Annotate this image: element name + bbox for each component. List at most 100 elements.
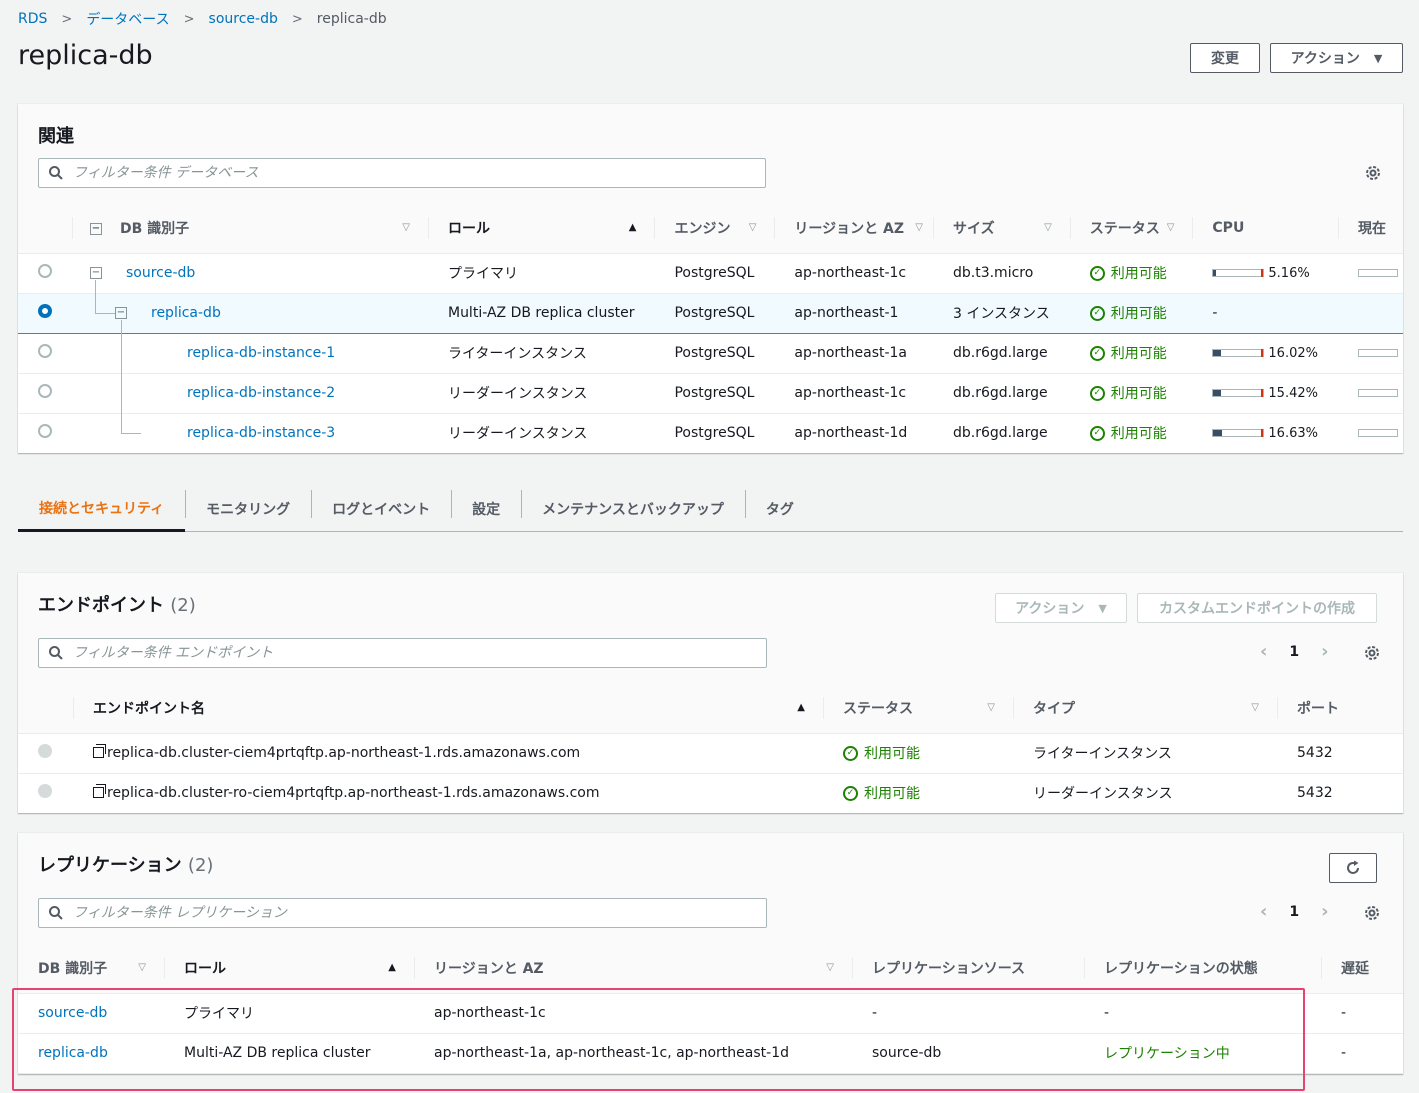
col-db-id[interactable]: − DB 識別子 ▽ <box>72 203 428 254</box>
radio-button[interactable] <box>38 384 52 398</box>
row-select[interactable] <box>18 373 72 414</box>
related-search-input[interactable] <box>73 165 718 181</box>
col-db-id[interactable]: DB 識別子 ▽ <box>18 943 164 994</box>
modify-button-label: 変更 <box>1211 51 1239 67</box>
replication-search[interactable] <box>38 898 767 928</box>
col-lag-label: 遅延 <box>1341 960 1369 977</box>
col-status[interactable]: ステータス ▽ <box>823 683 1013 734</box>
tab-monitoring[interactable]: モニタリング <box>185 486 311 532</box>
sort-down-icon: ▽ <box>1251 702 1259 713</box>
row-select[interactable] <box>18 253 72 294</box>
col-status[interactable]: ステータス ▽ <box>1069 203 1193 254</box>
col-region-label: リージョンと AZ <box>434 960 544 977</box>
col-current[interactable]: 現在 <box>1337 203 1403 254</box>
collapse-all-icon[interactable]: − <box>90 222 102 235</box>
current-bar <box>1357 349 1398 357</box>
tab-maintenance[interactable]: メンテナンスとバックアップ <box>521 486 745 532</box>
row-select[interactable] <box>18 773 73 813</box>
copy-icon[interactable] <box>93 784 106 798</box>
endpoints-count: (2) <box>170 595 196 616</box>
table-row-selected[interactable]: − replica-db Multi-AZ DB replica cluster… <box>18 279 1403 334</box>
table-row[interactable]: source-db プライマリ ap-northeast-1c - - - <box>18 993 1403 1034</box>
radio-button-checked[interactable] <box>38 304 52 318</box>
col-region[interactable]: リージョンと AZ ▽ <box>774 203 933 254</box>
related-panel: 関連 − DB 識別子 ▽ ロール ▲ エンジン ▽ リージョンと AZ ▽ サイズ ▽ ス… <box>18 104 1403 453</box>
tab-logs-events[interactable]: ログとイベント <box>311 486 451 532</box>
db-link[interactable]: replica-db <box>38 1045 108 1061</box>
col-endpoint-name[interactable]: エンドポイント名 ▲ <box>73 683 823 734</box>
region-cell: ap-northeast-1a <box>774 333 933 374</box>
actions-button[interactable]: アクション ▼ <box>1270 43 1403 73</box>
row-select[interactable] <box>18 733 73 774</box>
endpoints-search[interactable] <box>38 638 767 668</box>
tab-tags[interactable]: タグ <box>744 486 815 532</box>
db-link[interactable]: replica-db-instance-3 <box>187 425 335 441</box>
db-link[interactable]: source-db <box>126 265 195 281</box>
page-number[interactable]: 1 <box>1289 904 1299 920</box>
table-row[interactable]: replica-db Multi-AZ DB replica cluster a… <box>18 1033 1403 1074</box>
page-number[interactable]: 1 <box>1289 644 1299 660</box>
gear-icon[interactable] <box>1363 644 1381 662</box>
collapse-icon[interactable]: − <box>90 266 102 279</box>
prev-page-icon[interactable]: ‹ <box>1260 641 1267 662</box>
col-type[interactable]: タイプ ▽ <box>1013 683 1277 734</box>
gear-icon[interactable] <box>1364 164 1382 182</box>
gear-icon[interactable] <box>1363 904 1381 922</box>
col-role[interactable]: ロール ▲ <box>164 943 414 994</box>
refresh-button[interactable] <box>1329 853 1377 883</box>
breadcrumb-rds[interactable]: RDS <box>18 11 47 27</box>
check-circle-icon: ✓ <box>843 745 858 761</box>
col-lag[interactable]: 遅延 <box>1321 943 1403 994</box>
tab-configuration[interactable]: 設定 <box>451 486 521 532</box>
col-size[interactable]: サイズ ▽ <box>932 203 1070 254</box>
page-title: replica-db <box>18 40 153 71</box>
table-row[interactable]: replica-db.cluster-ciem4prtqftp.ap-north… <box>18 733 1403 774</box>
copy-icon[interactable] <box>93 744 106 758</box>
replication-search-input[interactable] <box>73 905 719 921</box>
endpoint-name: replica-db.cluster-ro-ciem4prtqftp.ap-no… <box>107 785 600 801</box>
collapse-icon[interactable]: − <box>115 306 127 319</box>
status-badge: ✓ 利用可能 <box>1089 383 1167 403</box>
col-state[interactable]: レプリケーションの状態 <box>1084 943 1321 994</box>
col-cpu[interactable]: CPU <box>1192 203 1338 254</box>
prev-page-icon[interactable]: ‹ <box>1260 901 1267 922</box>
breadcrumb-databases[interactable]: データベース <box>86 9 169 29</box>
endpoint-actions-button[interactable]: アクション ▼ <box>995 593 1127 623</box>
table-row[interactable]: − source-db プライマリ PostgreSQL ap-northeas… <box>18 253 1403 294</box>
related-search[interactable] <box>38 158 766 188</box>
db-link[interactable]: source-db <box>38 1005 107 1021</box>
engine-cell: PostgreSQL <box>654 373 775 414</box>
create-endpoint-button[interactable]: カスタムエンドポイントの作成 <box>1137 593 1377 623</box>
table-row[interactable]: replica-db-instance-3 リーダーインスタンス Postgre… <box>18 399 1403 453</box>
table-row[interactable]: replica-db-instance-1 ライターインスタンス Postgre… <box>18 319 1403 374</box>
cpu-bar <box>1212 349 1265 357</box>
radio-button[interactable] <box>38 344 52 358</box>
db-link[interactable]: replica-db-instance-1 <box>187 345 335 361</box>
region-cell: ap-northeast-1 <box>774 292 933 334</box>
tab-connectivity[interactable]: 接続とセキュリティ <box>18 486 186 532</box>
radio-button[interactable] <box>38 264 52 278</box>
col-port[interactable]: ポート <box>1277 683 1403 734</box>
row-select[interactable] <box>18 413 72 453</box>
radio-button[interactable] <box>38 424 52 438</box>
sort-up-icon: ▲ <box>628 222 637 233</box>
modify-button[interactable]: 変更 <box>1190 43 1260 73</box>
row-select[interactable] <box>18 292 72 334</box>
current-bar <box>1357 269 1398 277</box>
row-select[interactable] <box>18 333 72 374</box>
col-db-id-label: DB 識別子 <box>38 960 108 977</box>
col-source[interactable]: レプリケーションソース <box>852 943 1084 994</box>
endpoints-search-input[interactable] <box>73 645 719 661</box>
col-role[interactable]: ロール ▲ <box>427 203 655 254</box>
next-page-icon[interactable]: › <box>1321 901 1328 922</box>
db-link[interactable]: replica-db <box>151 305 221 321</box>
breadcrumb-source-db[interactable]: source-db <box>209 11 278 27</box>
status-cell: ✓ 利用可能 <box>1069 253 1193 294</box>
col-engine[interactable]: エンジン ▽ <box>654 203 775 254</box>
col-region[interactable]: リージョンと AZ ▽ <box>414 943 852 994</box>
db-link[interactable]: replica-db-instance-2 <box>187 385 335 401</box>
next-page-icon[interactable]: › <box>1321 641 1328 662</box>
table-row[interactable]: replica-db.cluster-ro-ciem4prtqftp.ap-no… <box>18 773 1403 813</box>
table-row[interactable]: replica-db-instance-2 リーダーインスタンス Postgre… <box>18 359 1403 414</box>
type-cell: リーダーインスタンス <box>1013 773 1277 813</box>
